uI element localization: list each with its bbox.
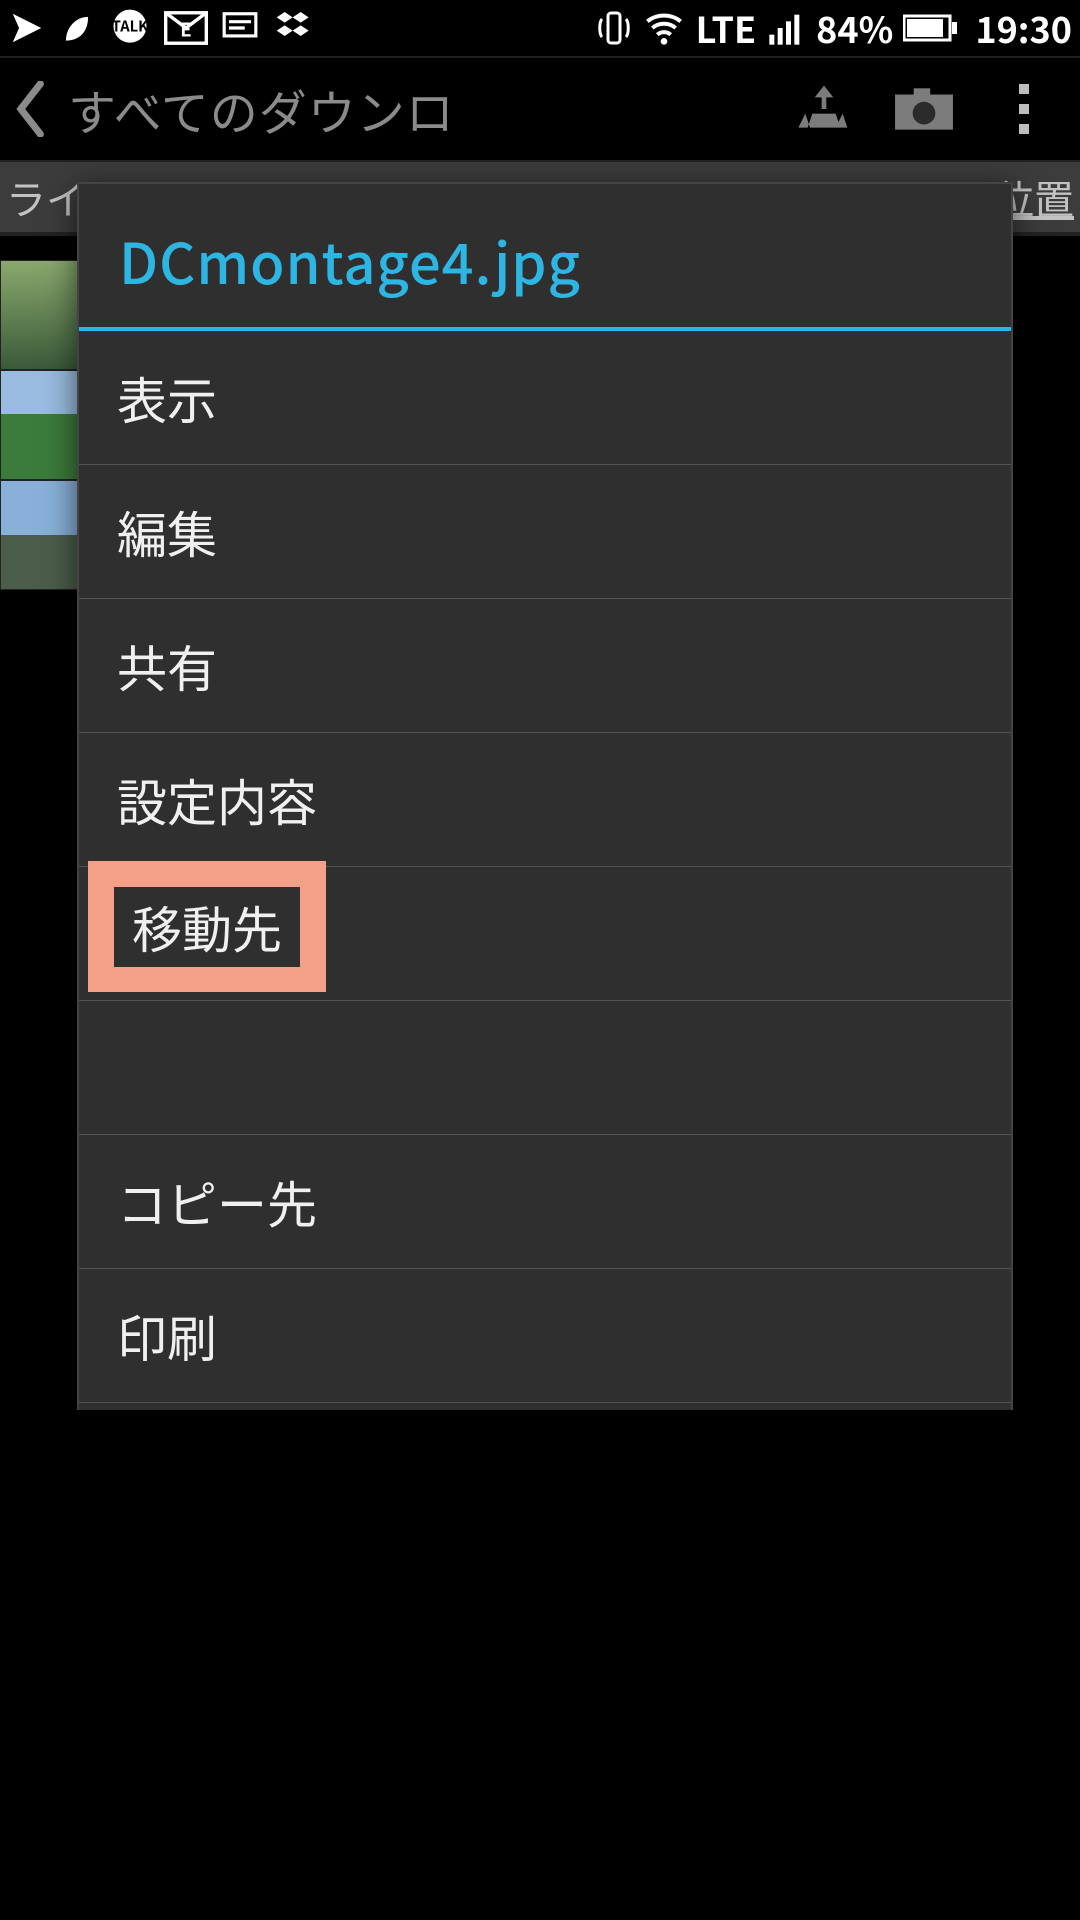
menu-item-label: コピー先 (117, 1166, 317, 1238)
menu-item-label: 設定内容 (117, 764, 317, 836)
menu-item-copy-to[interactable]: コピー先 (79, 1135, 1011, 1269)
gallery-thumbnails (0, 260, 82, 590)
dialog-title: DCmontage4.jpg (79, 184, 1011, 331)
svg-text:TALK: TALK (112, 16, 149, 37)
vibrate-icon (596, 8, 632, 48)
menu-item-label: 表示 (117, 362, 217, 434)
battery-icon (903, 13, 959, 43)
back-button[interactable] (10, 79, 54, 139)
menu-item-move-to[interactable]: 移動先 (79, 1001, 1011, 1135)
overflow-icon (1019, 84, 1029, 134)
menu-item-label: 編集 (117, 496, 217, 568)
menu-item-share[interactable]: 共有 (79, 599, 1011, 733)
menu-item-label: 印刷 (117, 1300, 217, 1372)
thumbnail[interactable] (0, 260, 84, 370)
statusbar-right: LTE 84% 19:30 (596, 2, 1072, 54)
dropbox-icon (272, 8, 316, 48)
talk-icon: TALK (108, 6, 152, 50)
signal-icon (766, 8, 806, 48)
app-bar: すべてのダウンロ (0, 56, 1080, 162)
menu-item-edit[interactable]: 編集 (79, 465, 1011, 599)
statusbar-left-icons: TALK E (8, 6, 316, 50)
context-menu-dialog: DCmontage4.jpg 表示 編集 共有 設定内容 削除 移動先 コピー先… (77, 182, 1013, 1538)
overflow-menu-button[interactable] (978, 69, 1070, 149)
wifi-icon (642, 8, 686, 48)
tab-left-partial[interactable]: ライ (6, 168, 86, 226)
page-title: すべてのダウンロ (68, 74, 455, 144)
menu-item-label: 共有 (117, 630, 217, 702)
menu-item-print[interactable]: 印刷 (79, 1269, 1011, 1403)
menu-item-set-as[interactable]: 設定内容 (79, 733, 1011, 867)
network-type-label: LTE (696, 2, 757, 54)
share-button[interactable] (778, 69, 870, 149)
thumbnail[interactable] (0, 480, 84, 590)
thumbnail[interactable] (0, 370, 84, 480)
highlighted-menu-item-label[interactable]: 移動先 (114, 887, 300, 967)
battery-percent: 84% (816, 2, 893, 54)
chat-icon (220, 9, 260, 47)
camera-button[interactable] (878, 69, 970, 149)
highlight-box: 移動先 (88, 861, 326, 992)
mail-e-icon: E (164, 9, 208, 47)
background-fill (0, 1410, 1080, 1920)
leaf-icon (58, 9, 96, 47)
clock-label: 19:30 (975, 2, 1072, 54)
status-bar: TALK E LTE 84% 19:30 (0, 0, 1080, 56)
add-icon (8, 9, 46, 47)
menu-item-view[interactable]: 表示 (79, 331, 1011, 465)
svg-text:E: E (180, 15, 191, 42)
